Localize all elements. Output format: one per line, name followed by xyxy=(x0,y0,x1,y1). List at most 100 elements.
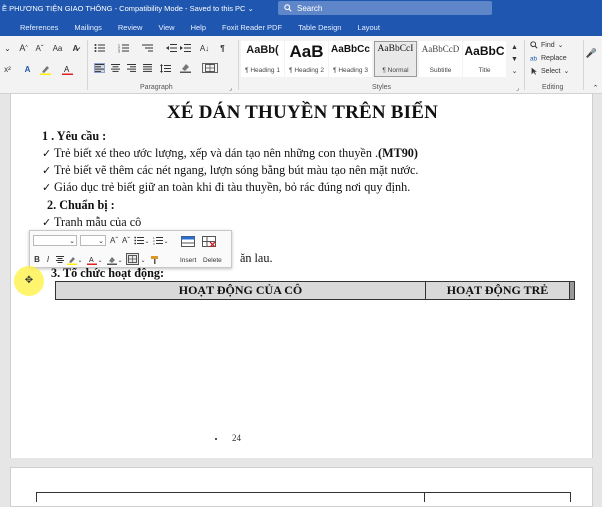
style-heading-1[interactable]: AaBb( ¶ Heading 1 xyxy=(241,41,284,77)
requirement-item-2: ✓ Trẻ biết vẽ thêm các nét ngang, lượn só… xyxy=(42,163,418,178)
requirement-item-1: ✓ Trẻ biết xé theo ước lượng, xếp và dán … xyxy=(42,146,418,161)
tab-mailings[interactable]: Mailings xyxy=(66,23,110,36)
font-name-dropdown-icon[interactable]: ⌄ xyxy=(68,236,76,246)
tab-layout[interactable]: Layout xyxy=(349,23,388,36)
delete-label[interactable]: Delete xyxy=(203,257,222,264)
align-center-icon[interactable] xyxy=(110,63,121,73)
shading-icon[interactable] xyxy=(180,63,191,73)
clear-formatting-icon[interactable]: A̷ xyxy=(70,43,81,53)
replace-button[interactable]: ab Replace xyxy=(530,54,567,63)
style-title[interactable]: AaBbC Title xyxy=(463,41,506,77)
decrease-indent-icon[interactable] xyxy=(166,43,177,53)
italic-icon[interactable]: I xyxy=(44,254,52,265)
table-header-children[interactable]: HOẠT ĐỘNG TRẺ xyxy=(426,282,569,299)
tab-table-design[interactable]: Table Design xyxy=(290,23,349,36)
table-header-teacher[interactable]: HOẠT ĐỘNG CỦA CÔ xyxy=(56,282,426,299)
increase-indent-icon[interactable] xyxy=(180,43,191,53)
bullets-icon[interactable] xyxy=(94,43,105,53)
heading-preparation: 2. Chuẩn bị : xyxy=(47,198,115,213)
highlight-color-icon[interactable] xyxy=(40,64,51,75)
ribbon-separator xyxy=(87,40,88,90)
show-formatting-marks-icon[interactable]: ¶ xyxy=(217,43,228,53)
document-title: XÉ DÁN THUYỀN TRÊN BIỂN xyxy=(166,102,438,123)
next-document-page[interactable] xyxy=(10,467,593,507)
insert-label[interactable]: Insert xyxy=(180,257,196,264)
style-normal[interactable]: AaBbCcI ¶ Normal xyxy=(374,41,417,77)
superscript-icon[interactable]: x² xyxy=(2,64,13,74)
bullets-dropdown-icon[interactable]: ⌄ xyxy=(144,236,150,246)
preparation-item-1: ✓ Tranh mẫu của cô xyxy=(42,215,141,230)
tab-review[interactable]: Review xyxy=(110,23,151,36)
numbering-dropdown-icon[interactable]: ⌄ xyxy=(163,236,169,246)
delete-table-icon[interactable] xyxy=(200,234,218,248)
styles-dialog-launcher-icon[interactable]: ⌟ xyxy=(512,83,523,93)
tab-view[interactable]: View xyxy=(150,23,182,36)
font-color-icon[interactable]: A xyxy=(86,254,97,265)
checkmark-icon: ✓ xyxy=(42,148,52,160)
style-subtitle[interactable]: AaBbCcD Subtitle xyxy=(419,41,462,77)
style-name: ¶ Heading 1 xyxy=(245,67,280,74)
preparation-item-2-tail: ăn lau. xyxy=(240,251,273,265)
title-bar: Ề PHƯƠNG TIỆN GIAO THÔNG - Compatibility… xyxy=(0,0,602,17)
select-button[interactable]: Select ⌄ xyxy=(530,67,569,75)
shading-dropdown-icon[interactable]: ⌄ xyxy=(117,255,123,265)
tab-references[interactable]: References xyxy=(12,23,66,36)
shrink-font-icon[interactable]: Aˇ xyxy=(121,235,131,246)
tab-foxit-reader-pdf[interactable]: Foxit Reader PDF xyxy=(214,23,290,36)
heading-requirements: 1 . Yêu cầu : xyxy=(42,129,106,144)
find-button[interactable]: Find ⌄ xyxy=(530,41,564,49)
text-effects-icon[interactable]: A xyxy=(22,64,33,74)
ribbon-separator xyxy=(524,40,525,90)
table-move-handle-icon[interactable]: ✥ xyxy=(24,276,34,286)
tab-help[interactable]: Help xyxy=(183,23,214,36)
borders-dropdown-icon[interactable]: ⌄ xyxy=(140,255,146,265)
grow-font-icon[interactable]: A ^ xyxy=(18,43,29,53)
sort-icon[interactable]: A↓ xyxy=(199,43,210,53)
activities-table-header[interactable]: HOẠT ĐỘNG CỦA CÔ HOẠT ĐỘNG TRẺ xyxy=(55,281,575,300)
replace-label: Replace xyxy=(541,54,567,62)
shading-icon[interactable] xyxy=(106,254,117,265)
style-sample: AaBbCcD xyxy=(421,44,460,54)
highlight-color-icon[interactable] xyxy=(66,254,77,265)
multilevel-list-icon[interactable] xyxy=(142,43,153,53)
find-icon xyxy=(530,41,538,49)
collapse-ribbon-icon[interactable]: ⌃ xyxy=(590,83,601,93)
group-label-paragraph: Paragraph xyxy=(140,84,173,91)
borders-icon[interactable] xyxy=(202,63,218,73)
borders-icon[interactable] xyxy=(126,253,139,265)
font-color-dropdown-icon[interactable]: ⌄ xyxy=(97,255,103,265)
styles-scroll-up-icon[interactable]: ▲ xyxy=(509,42,520,52)
numbering-icon[interactable]: 123 xyxy=(118,43,129,53)
change-case-icon[interactable]: Aa xyxy=(52,43,63,53)
styles-more-icon[interactable]: ⌄ xyxy=(509,66,520,76)
requirement-1-code: (MT90) xyxy=(378,146,418,160)
document-page[interactable]: XÉ DÁN THUYỀN TRÊN BIỂN 1 . Yêu cầu : ✓ T… xyxy=(10,94,593,458)
highlight-dropdown-icon[interactable]: ⌄ xyxy=(77,255,83,265)
font-size-dropdown-icon[interactable]: ⌄ xyxy=(97,236,105,246)
paragraph-dialog-launcher-icon[interactable]: ⌟ xyxy=(225,83,236,93)
bold-icon[interactable]: B xyxy=(33,254,41,265)
grow-font-icon[interactable]: Aˆ xyxy=(109,235,119,246)
select-label: Select xyxy=(541,67,561,75)
page-number: 24 xyxy=(232,433,241,443)
search-box[interactable]: Search xyxy=(278,1,492,15)
insert-rows-icon[interactable] xyxy=(179,234,197,248)
svg-text:3: 3 xyxy=(153,242,155,245)
styles-scroll-down-icon[interactable]: ▼ xyxy=(509,54,520,64)
style-sample: AaBbCcI xyxy=(377,44,414,54)
style-heading-2[interactable]: AaB ¶ Heading 2 xyxy=(285,41,328,77)
voice-icon[interactable]: 🎤 xyxy=(586,48,597,58)
align-left-icon[interactable] xyxy=(94,63,105,73)
line-spacing-icon[interactable] xyxy=(160,63,171,73)
font-size-dropdown-icon[interactable]: ⌄ xyxy=(2,43,13,53)
center-align-icon[interactable] xyxy=(55,254,64,265)
format-painter-icon[interactable] xyxy=(149,254,160,265)
justify-icon[interactable] xyxy=(142,63,153,73)
table-column-divider xyxy=(424,492,425,502)
style-heading-3[interactable]: AaBbCc ¶ Heading 3 xyxy=(329,41,372,77)
style-name: ¶ Normal xyxy=(382,67,409,74)
align-right-icon[interactable] xyxy=(126,63,137,73)
font-color-icon[interactable]: A xyxy=(62,64,73,75)
checkmark-icon: ✓ xyxy=(42,165,52,177)
shrink-font-icon[interactable]: Aˇ xyxy=(34,43,45,53)
